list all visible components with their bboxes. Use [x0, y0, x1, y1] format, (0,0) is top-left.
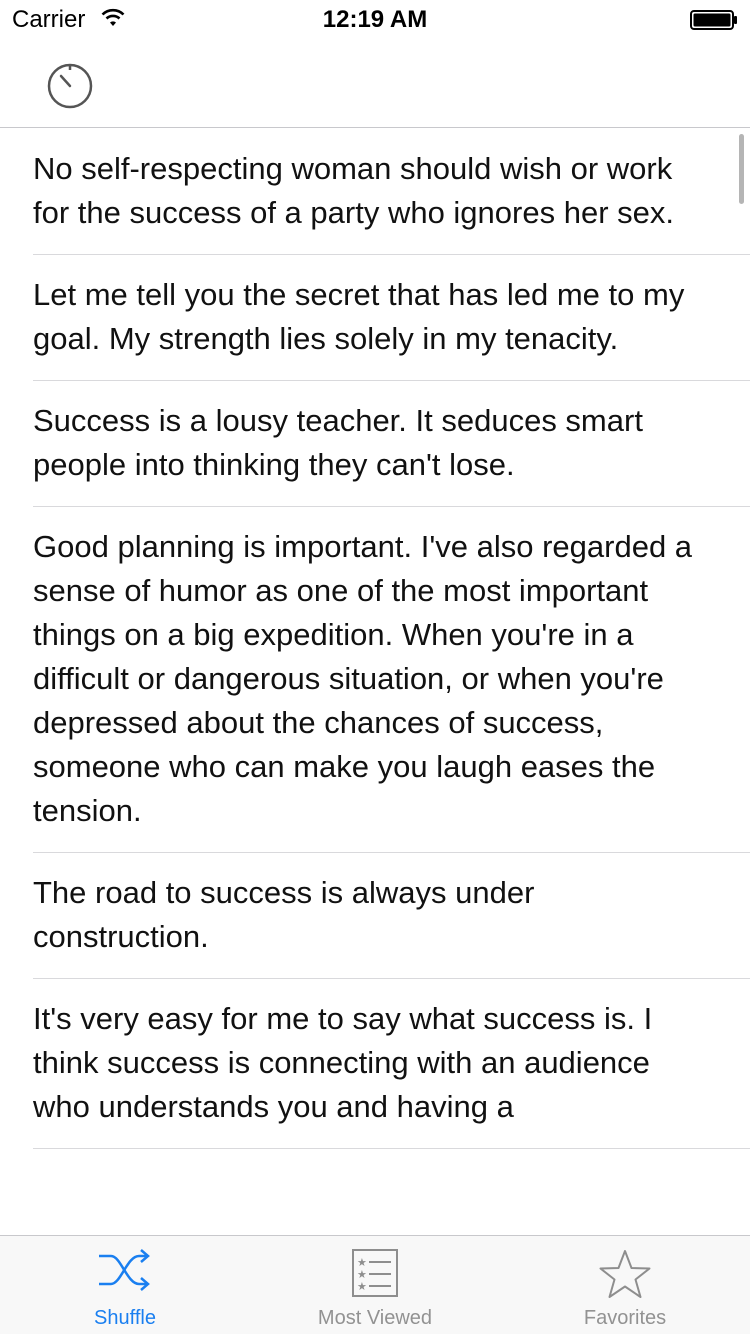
- tab-shuffle[interactable]: Shuffle: [0, 1236, 250, 1334]
- tab-favorites[interactable]: Favorites: [500, 1236, 750, 1334]
- shuffle-icon: [99, 1249, 150, 1291]
- quote-row[interactable]: The road to success is always under cons…: [0, 853, 750, 979]
- quote-text: Good planning is important. I've also re…: [33, 529, 693, 828]
- quote-text: It's very easy for me to say what succes…: [33, 1001, 653, 1124]
- status-bar: Carrier 12:19 AM: [0, 0, 750, 40]
- tab-label: Favorites: [583, 1307, 667, 1329]
- timer-button[interactable]: [44, 60, 96, 112]
- navigation-bar: [0, 40, 750, 128]
- svg-text:★: ★: [357, 1280, 367, 1293]
- quote-text: Success is a lousy teacher. It seduces s…: [33, 403, 643, 482]
- quote-row[interactable]: It's very easy for me to say what succes…: [0, 979, 750, 1149]
- tab-label: Shuffle: [94, 1307, 156, 1329]
- status-time: 12:19 AM: [322, 6, 428, 33]
- quote-text: No self-respecting woman should wish or …: [33, 151, 674, 230]
- tab-most-viewed[interactable]: ★ ★ ★ Most Viewed: [250, 1236, 500, 1334]
- quote-row[interactable]: Good planning is important. I've also re…: [0, 507, 750, 853]
- quote-row[interactable]: No self-respecting woman should wish or …: [0, 129, 750, 255]
- timer-icon: [47, 63, 93, 109]
- battery-icon: [690, 10, 738, 30]
- quote-list[interactable]: No self-respecting woman should wish or …: [0, 129, 750, 1235]
- tab-bar: Shuffle ★ ★ ★ Most Viewed Favorites: [0, 1235, 750, 1334]
- scroll-indicator[interactable]: [739, 134, 744, 204]
- quote-text: The road to success is always under cons…: [33, 875, 535, 954]
- list-icon: ★ ★ ★: [352, 1249, 398, 1297]
- tab-label: Most Viewed: [317, 1307, 433, 1329]
- quote-text: Let me tell you the secret that has led …: [33, 277, 685, 356]
- quote-row[interactable]: Let me tell you the secret that has led …: [0, 255, 750, 381]
- quote-row[interactable]: Success is a lousy teacher. It seduces s…: [0, 381, 750, 507]
- star-icon: [599, 1250, 651, 1298]
